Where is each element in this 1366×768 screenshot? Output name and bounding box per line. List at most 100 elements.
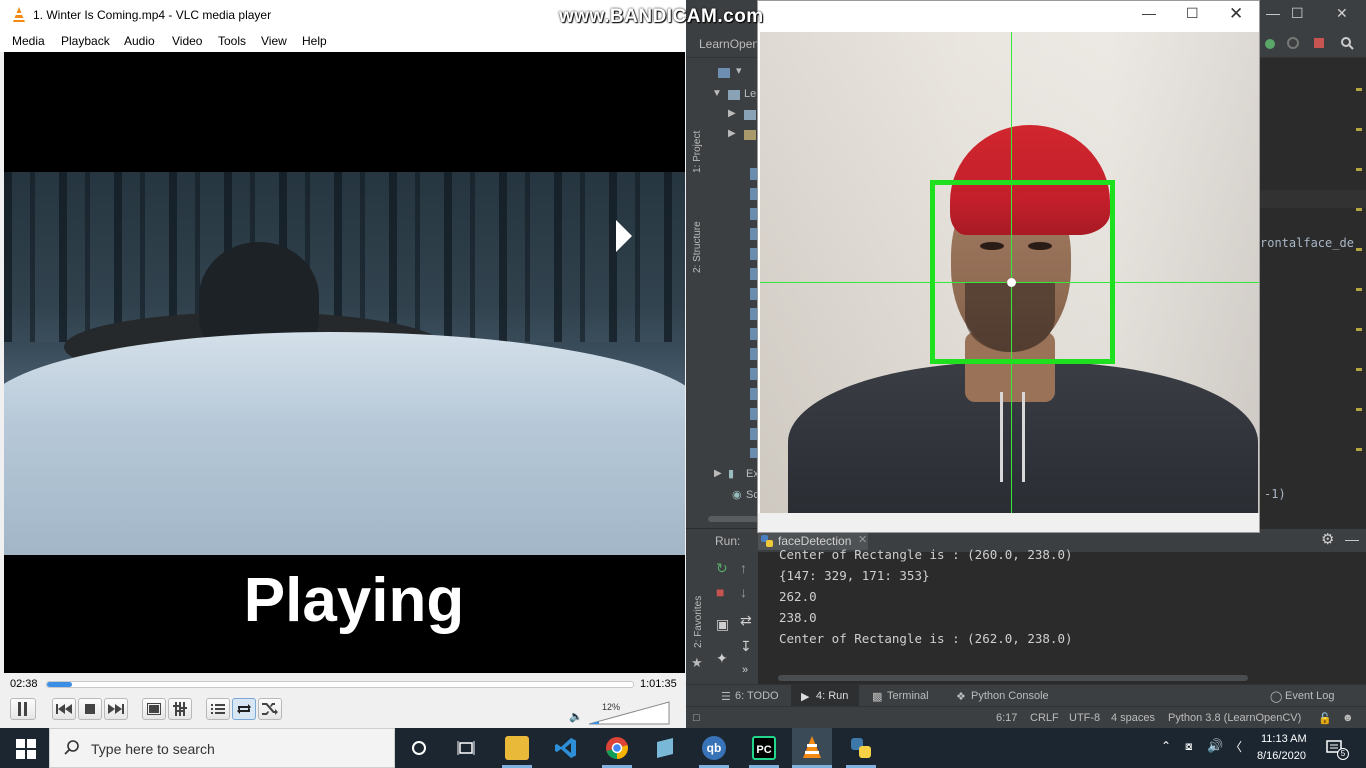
debug-icon[interactable] [1263, 36, 1277, 50]
close-tab-icon[interactable]: ✕ [858, 533, 867, 546]
minimize-icon[interactable]: — [1266, 5, 1280, 21]
tab-event-log[interactable]: Event Log [1285, 690, 1335, 702]
menu-audio[interactable]: Audio [124, 34, 155, 48]
python-console-icon: ❖ [956, 691, 966, 703]
show-hidden-icons[interactable]: ⌃ [1161, 739, 1171, 753]
menu-help[interactable]: Help [302, 34, 327, 48]
scroll-end-icon[interactable]: ↧ [740, 638, 752, 655]
video-area[interactable]: Playing [4, 52, 685, 673]
favorites-tool-tab[interactable]: 2: Favorites [693, 596, 704, 648]
project-name[interactable]: LearnOpen [699, 37, 759, 51]
down-arrow-icon[interactable]: ↓ [740, 584, 747, 600]
pycharm-icon[interactable]: PC [752, 736, 776, 760]
structure-tool-tab[interactable]: 2: Structure [692, 221, 703, 273]
task-view-icon[interactable] [457, 740, 475, 756]
layout-toggle-icon[interactable]: □ [693, 712, 700, 724]
video-frame [4, 172, 685, 555]
folder-icon [744, 110, 756, 120]
tree-collapse-icon[interactable]: ▶ [728, 108, 736, 119]
menu-view[interactable]: View [261, 34, 287, 48]
menu-video[interactable]: Video [172, 34, 202, 48]
wifi-icon[interactable]: ⧇ [1185, 739, 1193, 754]
soft-wrap-icon[interactable]: ⇄ [740, 612, 752, 629]
minimize-icon[interactable]: — [1142, 5, 1156, 21]
seek-progress [47, 682, 72, 687]
tree-collapse-icon[interactable]: ▶ [714, 468, 722, 479]
vlc-icon [803, 736, 821, 758]
loop-button[interactable] [232, 698, 256, 720]
star-icon[interactable]: ★ [691, 655, 703, 671]
playing-overlay: Playing [243, 566, 465, 635]
taskbar-search[interactable]: Type here to search [49, 728, 395, 768]
close-icon[interactable]: ✕ [1336, 5, 1348, 22]
file-encoding[interactable]: UTF-8 [1069, 712, 1100, 724]
volume-icon[interactable]: 🔈 [569, 710, 583, 723]
project-view-dropdown[interactable]: ▾ [736, 64, 742, 77]
next-button[interactable] [104, 698, 128, 720]
face-window-titlebar[interactable]: — ☐ ✕ [758, 1, 1259, 32]
search-everywhere-icon[interactable] [1340, 36, 1354, 50]
menu-playback[interactable]: Playback [61, 34, 110, 48]
line-separator[interactable]: CRLF [1030, 712, 1059, 724]
playlist-button[interactable] [206, 698, 230, 720]
attach-icon[interactable] [1286, 36, 1300, 50]
console-scrollbar[interactable] [778, 675, 1248, 681]
vscode-icon[interactable] [554, 736, 578, 760]
face-detection-window: — ☐ ✕ [757, 0, 1260, 533]
menu-tools[interactable]: Tools [218, 34, 246, 48]
app-icon[interactable] [653, 736, 677, 760]
file-explorer-icon[interactable] [505, 736, 529, 760]
speaker-icon[interactable]: 🔊 [1207, 738, 1223, 754]
fullscreen-button[interactable] [142, 698, 166, 720]
project-scrollbar[interactable] [708, 516, 758, 522]
project-view-icon[interactable] [718, 68, 730, 78]
cortana-icon[interactable] [411, 740, 427, 756]
close-icon[interactable]: ✕ [1229, 4, 1243, 24]
layout-icon[interactable]: ▣ [716, 616, 729, 633]
clock-date[interactable]: 8/16/2020 [1257, 750, 1306, 762]
tab-terminal[interactable]: Terminal [887, 690, 929, 702]
extended-settings-button[interactable] [168, 698, 192, 720]
stop-button[interactable] [78, 698, 102, 720]
shuffle-button[interactable] [258, 698, 282, 720]
lock-icon[interactable]: 🔓 [1318, 712, 1332, 725]
more-icon[interactable]: » [742, 664, 748, 676]
console-line: 238.0 [779, 610, 817, 625]
library-icon: ▮ [728, 468, 735, 480]
tree-root-label[interactable]: Le [744, 88, 756, 100]
run-tab-label[interactable]: faceDetection [778, 534, 851, 548]
chrome-icon[interactable] [605, 736, 629, 760]
caret-position[interactable]: 6:17 [996, 712, 1017, 724]
maximize-icon[interactable]: ☐ [1291, 5, 1304, 22]
pin-icon[interactable]: ✦ [716, 650, 728, 667]
tab-todo[interactable]: 6: TODO [735, 690, 779, 702]
seek-bar[interactable] [46, 681, 634, 688]
input-method-icon[interactable]: 〈 [1230, 738, 1242, 755]
shuffle-icon [262, 703, 278, 715]
previous-button[interactable] [52, 698, 76, 720]
windows-start-icon[interactable] [16, 739, 36, 759]
hide-icon[interactable]: — [1345, 531, 1359, 547]
qbittorrent-icon[interactable]: qb [702, 736, 726, 760]
todo-icon: ☰ [721, 691, 731, 703]
up-arrow-icon[interactable]: ↑ [740, 560, 747, 576]
tab-run[interactable]: 4: Run [816, 690, 848, 702]
pause-button[interactable] [10, 698, 36, 720]
maximize-icon[interactable]: ☐ [1186, 5, 1199, 22]
run-console[interactable]: Center of Rectangle is : (260.0, 238.0) … [758, 547, 1366, 684]
stop-icon[interactable]: ■ [716, 584, 724, 600]
project-tool-tab[interactable]: 1: Project [692, 131, 703, 173]
python-icon[interactable] [849, 736, 873, 760]
settings-gear-icon[interactable]: ⚙ [1321, 530, 1334, 548]
inspector-icon[interactable]: ☻ [1342, 712, 1354, 724]
indent-setting[interactable]: 4 spaces [1111, 712, 1155, 724]
tree-collapse-icon[interactable]: ▶ [728, 128, 736, 139]
rerun-icon[interactable]: ↻ [716, 560, 728, 577]
code-editor[interactable] [1260, 58, 1366, 528]
menu-media[interactable]: Media [12, 34, 45, 48]
tree-expand-icon[interactable]: ▼ [712, 88, 722, 99]
python-interpreter[interactable]: Python 3.8 (LearnOpenCV) [1168, 712, 1301, 724]
stop-run-icon[interactable] [1314, 38, 1324, 48]
tab-python-console[interactable]: Python Console [971, 690, 1049, 702]
clock-time[interactable]: 11:13 AM [1261, 733, 1307, 745]
